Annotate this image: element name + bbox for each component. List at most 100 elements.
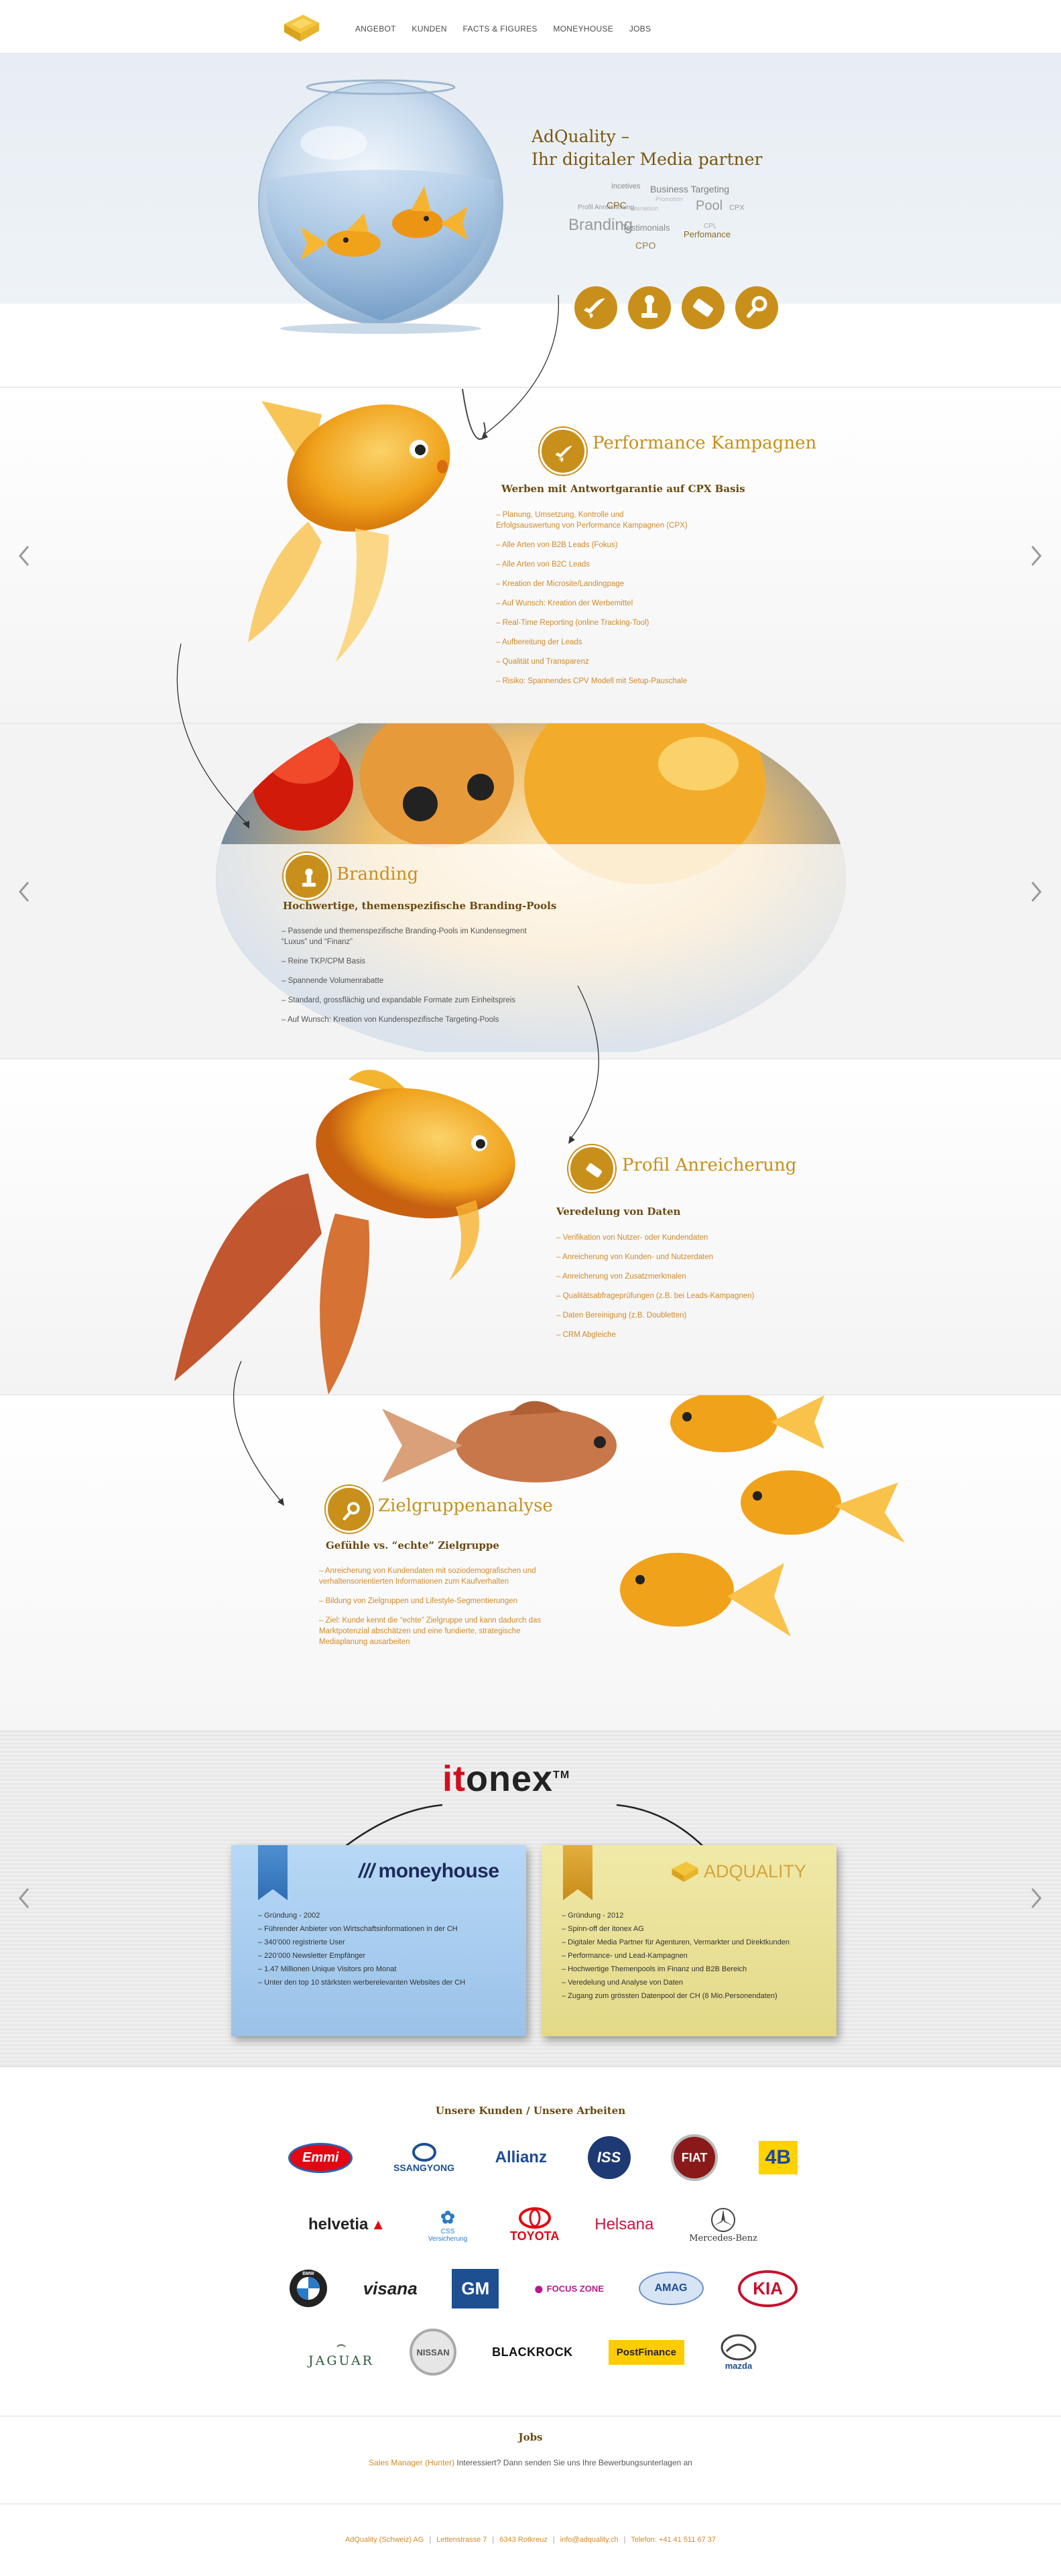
client-logo-4b[interactable]: 4B [758, 2134, 798, 2181]
itonex-section: itonexTM ///moneyhouse – Gründung - 2002… [0, 1731, 1061, 2066]
client-logo-row: Emmi SSANGYONG Allianz ISS FIAT 4B [288, 2134, 798, 2181]
list-item: – Passende und themenspezifische Brandin… [282, 927, 527, 946]
hero-title: AdQuality – Ihr digitaler Media partner [532, 125, 763, 171]
list-item: – Standard, grossflächig und expandable … [282, 996, 516, 1004]
stamp-icon[interactable] [628, 286, 671, 329]
list-item: – Planung, Umsetzung, Kontrolle und Erfo… [496, 511, 688, 530]
list-item: – Qualitätsabfrageprüfungen (z.B. bei Le… [556, 1292, 755, 1300]
goldfish-fantail-image [174, 1059, 563, 1395]
nav-item-kunden[interactable]: KUNDEN [412, 24, 446, 34]
tag: CPO [635, 240, 656, 251]
client-logo-ssangyong[interactable]: SSANGYONG [393, 2134, 454, 2181]
list-item: – CRM Abgleiche [556, 1331, 616, 1339]
performance-title: Performance Kampagnen [592, 433, 817, 453]
eraser-icon[interactable] [682, 286, 725, 329]
main-menu: ANGEBOT KUNDEN FACTS & FIGURES MONEYHOUS… [355, 24, 664, 34]
adquality-cube-icon [672, 1861, 698, 1882]
client-logo-row: BMW visana GM ● FOCUS ZONE AMAG KIA [288, 2265, 798, 2312]
list-item: – Gründung - 2002 [258, 1912, 320, 1920]
rocket-icon[interactable] [574, 286, 617, 329]
prev-slide-arrow[interactable] [17, 881, 31, 906]
list-item: – Spinn-off der itonex AG [562, 1925, 644, 1933]
client-logo-amag[interactable]: AMAG [638, 2265, 704, 2312]
next-slide-arrow[interactable] [1029, 545, 1043, 570]
list-item: – Qualität und Transparenz [496, 658, 589, 666]
list-item: – Anreicherung von Kundendaten mit sozio… [319, 1567, 536, 1586]
top-navigation: ANGEBOT KUNDEN FACTS & FIGURES MONEYHOUS… [0, 0, 1061, 54]
clients-title: Unsere Kunden / Unsere Arbeiten [435, 2105, 626, 2117]
client-logo-iss[interactable]: ISS [587, 2134, 631, 2181]
branding-bullets: – Passende und themenspezifische Brandin… [282, 926, 590, 1034]
moneyhouse-logo-text: moneyhouse [378, 1860, 500, 1882]
ziel-title: Zielgruppenanalyse [378, 1496, 553, 1516]
client-logo-blackrock[interactable]: BLACKROCK [492, 2329, 573, 2376]
client-logo-mazda[interactable]: mazda [720, 2329, 757, 2376]
client-logo-helvetia[interactable]: helvetia ▲ [308, 2201, 385, 2248]
client-logo-toyota[interactable]: TOYOTA [510, 2201, 559, 2248]
list-item: – 340’000 registrierte User [258, 1938, 345, 1946]
ziel-subtitle: Gefühle vs. “echte” Zielgruppe [326, 1539, 499, 1552]
tag: Testimonials [622, 223, 670, 233]
footer-street: Lettenstrasse 7 [436, 2536, 487, 2544]
list-item: – Hochwertige Themenpools im Finanz und … [562, 1965, 747, 1973]
list-item: – Alle Arten von B2B Leads (Fokus) [496, 541, 618, 549]
fishbowl-image [253, 79, 515, 334]
client-logo-focus-zone[interactable]: ● FOCUS ZONE [534, 2265, 604, 2312]
list-item: – Aufbereitung der Leads [496, 638, 582, 646]
list-item: – Zugang zum grössten Datenpool der CH (… [562, 1992, 777, 2000]
mercedes-star [711, 2207, 736, 2232]
client-logo-helsana[interactable]: Helsana [595, 2201, 653, 2248]
nav-item-moneyhouse[interactable]: MONEYHOUSE [553, 24, 613, 34]
client-logo-jaguar[interactable]: ⌢ JAGUAR [308, 2329, 374, 2376]
client-logo-allianz[interactable]: Allianz [495, 2134, 547, 2181]
list-item: – Führender Anbieter von Wirtschaftsinfo… [258, 1925, 458, 1933]
profil-bullets: – Verifikation von Nutzer- oder Kundenda… [556, 1232, 838, 1349]
jobs-text: Sales Manager (Hunter) Interessiert? Dan… [0, 2458, 1061, 2467]
client-logo-postfinance[interactable]: PostFinance [608, 2329, 684, 2376]
branding-section: Branding Hochwertige, themenspezifische … [0, 723, 1061, 1059]
job-link-sales-manager[interactable]: Sales Manager (Hunter) [369, 2458, 454, 2467]
moneyhouse-bullets: – Gründung - 2002 – Führender Anbieter v… [258, 1909, 519, 1989]
client-logo-fiat[interactable]: FIAT [671, 2134, 719, 2181]
bookmark-ribbon [563, 1845, 592, 1900]
hero-section: AdQuality – Ihr digitaler Media partner … [0, 54, 1061, 387]
adquality-logo[interactable] [280, 11, 323, 48]
next-slide-arrow[interactable] [1029, 881, 1043, 906]
list-item: – Real-Time Reporting (online Tracking-T… [496, 619, 649, 627]
adquality-card-logo: ADQUALITY [669, 1859, 806, 1884]
client-logo-emmi[interactable]: Emmi [288, 2134, 353, 2181]
moneyhouse-card: ///moneyhouse – Gründung - 2002 – Führen… [231, 1845, 526, 2036]
zielgruppe-section: Zielgruppenanalyse Gefühle vs. “echte” Z… [0, 1395, 1061, 1731]
next-slide-arrow[interactable] [1029, 1887, 1043, 1912]
list-item: – Bildung von Zielgruppen und Lifestyle-… [319, 1597, 518, 1605]
goldfish-large-image [221, 388, 462, 669]
clients-section: Unsere Kunden / Unsere Arbeiten Emmi SSA… [0, 2067, 1061, 2416]
ziel-bullets: – Anreicherung von Kundendaten mit sozio… [319, 1566, 587, 1656]
client-logo-visana[interactable]: visana [363, 2265, 418, 2312]
footer: AdQuality (Schweiz) AG | Lettenstrasse 7 | 6… [0, 2504, 1061, 2576]
list-item: – Kreation der Microsite/Landingpage [496, 580, 625, 588]
hero-title-line1: AdQuality – [532, 127, 630, 146]
client-logo-mercedes[interactable]: Mercedes-Benz [689, 2201, 757, 2248]
performance-rocket-icon [540, 428, 586, 475]
client-logo-gm[interactable]: GM [452, 2265, 499, 2312]
magnifier-icon[interactable] [735, 286, 778, 329]
list-item: – Gründung - 2012 [562, 1912, 624, 1920]
nav-item-facts-figures[interactable]: FACTS & FIGURES [463, 24, 538, 34]
jobs-title: Jobs [518, 2431, 543, 2443]
performance-section: Performance Kampagnen Werben mit Antwort… [0, 388, 1061, 723]
client-logo-nissan[interactable]: NISSAN [410, 2329, 457, 2376]
list-item: – Digitaler Media Partner für Agenturen,… [562, 1938, 790, 1946]
list-item: – Spannende Volumenrabatte [282, 977, 384, 985]
client-logo-kia[interactable]: KIA [738, 2265, 798, 2312]
footer-email-link[interactable]: info@adquality.ch [560, 2536, 619, 2544]
prev-slide-arrow[interactable] [17, 545, 31, 570]
jobs-section: Jobs Sales Manager (Hunter) Interessiert… [0, 2416, 1061, 2504]
nav-item-angebot[interactable]: ANGEBOT [355, 24, 396, 34]
branding-stamp-icon [284, 853, 330, 900]
nav-item-jobs[interactable]: JOBS [629, 24, 651, 34]
list-item: – 220’000 Newsletter Empfänger [258, 1952, 366, 1960]
client-logo-css[interactable]: ✿ CSS Versicherung [421, 2201, 475, 2248]
prev-slide-arrow[interactable] [17, 1887, 31, 1912]
client-logo-bmw[interactable]: BMW [288, 2265, 328, 2312]
